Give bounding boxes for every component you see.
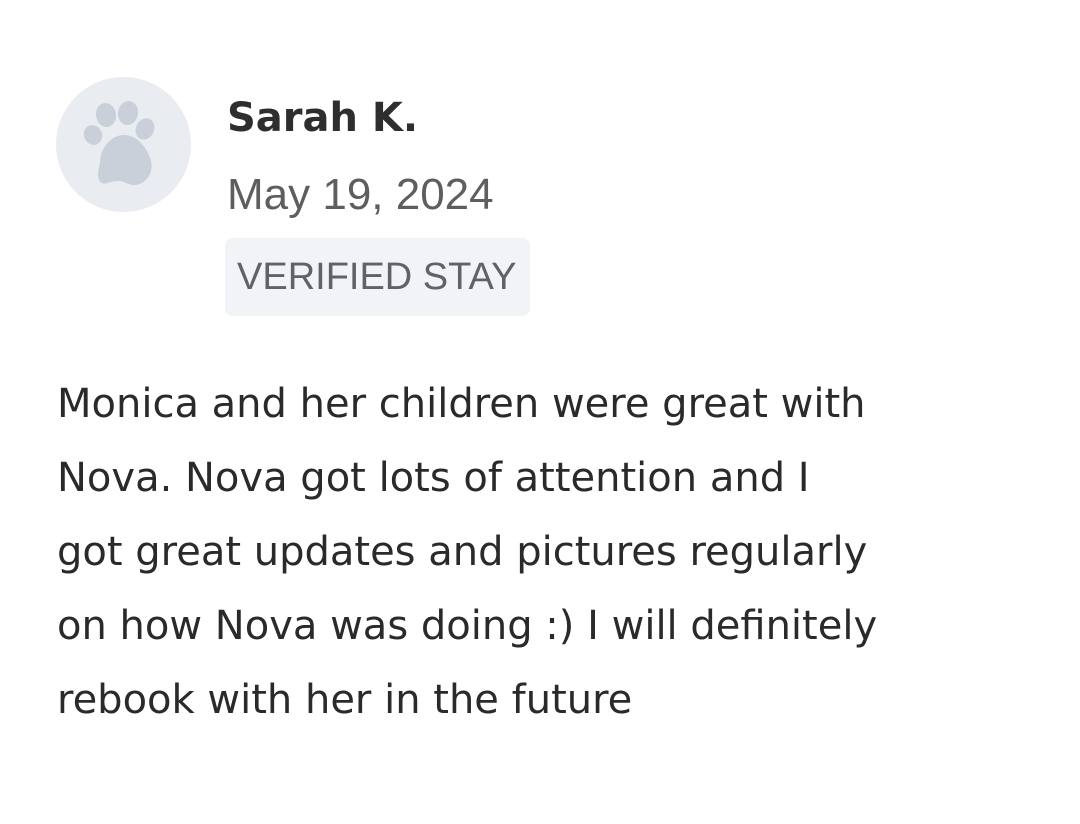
review-text-line: on how Nova was doing :) I will definite… [57, 603, 878, 649]
review-text-line: Nova. Nova got lots of attention and I [57, 455, 810, 501]
review-text-line: Monica and her children were great with [57, 381, 866, 427]
review-text-line: rebook with her in the future [57, 677, 633, 723]
review-text-line: got great updates and pictures regularly [57, 529, 868, 575]
reviewer-name: Sarah K. [227, 95, 419, 141]
review-card: Sarah K. May 19, 2024 VERIFIED STAY Moni… [0, 0, 1080, 824]
avatar [56, 77, 191, 212]
badge-label: VERIFIED STAY [237, 255, 517, 298]
review-text: Monica and her children were great with … [57, 367, 1057, 737]
review-date: May 19, 2024 [227, 170, 494, 219]
verified-stay-badge: VERIFIED STAY [225, 238, 531, 316]
